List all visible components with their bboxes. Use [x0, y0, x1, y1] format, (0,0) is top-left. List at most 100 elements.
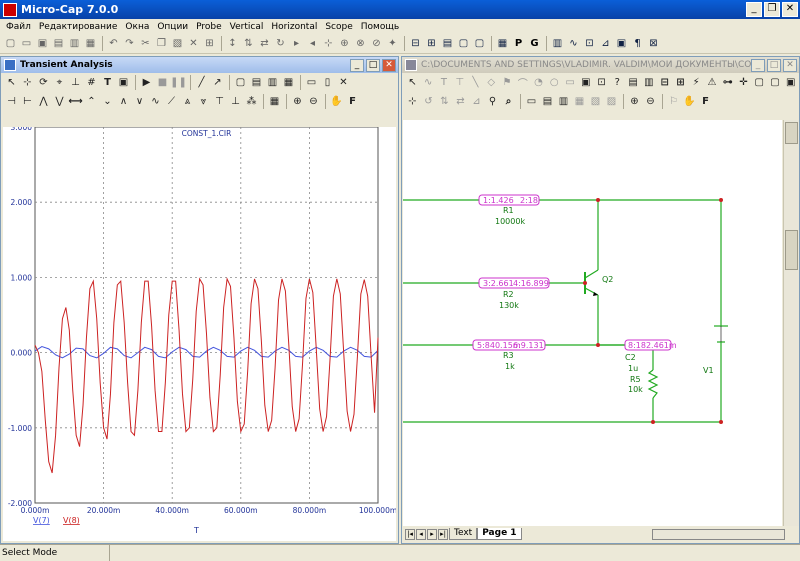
transient-close-button[interactable]: ✕	[382, 58, 396, 72]
valley-icon[interactable]: ⋁	[52, 94, 67, 109]
text-icon[interactable]: ✦	[385, 36, 400, 51]
low-icon[interactable]: ∨	[132, 94, 147, 109]
schematic-minimize-button[interactable]: _	[751, 58, 765, 72]
text-tool-2-icon[interactable]: T	[437, 75, 452, 90]
redraw-icon[interactable]: ⟳	[36, 75, 51, 90]
display-icon[interactable]: ▭	[524, 94, 539, 109]
wire-tool-icon[interactable]: ∿	[421, 75, 436, 90]
rotate-2-icon[interactable]: ↺	[421, 94, 436, 109]
flip-2-icon[interactable]: ⇅	[437, 94, 452, 109]
run-icon[interactable]: ▶	[139, 75, 154, 90]
paste-icon[interactable]: ▧	[170, 36, 185, 51]
cut-icon[interactable]: ✂	[138, 36, 153, 51]
display-6-icon[interactable]: ▨	[604, 94, 619, 109]
cursor-left-icon[interactable]: ⊣	[4, 94, 19, 109]
print-preview-icon[interactable]: ▦	[83, 36, 98, 51]
line-tool-icon[interactable]: ╱	[194, 75, 209, 90]
transient-plot-area[interactable]: 0.000m 20.000m 40.000m 60.000m 80.000m 100.00…	[3, 123, 397, 541]
bus-tool-icon[interactable]: ⊤	[452, 75, 467, 90]
grid-toggle-icon[interactable]: ⊕	[337, 36, 352, 51]
crosshair-icon[interactable]: ✛	[736, 75, 751, 90]
info-icon[interactable]: ¶	[630, 36, 645, 51]
redo-icon[interactable]: ↷	[122, 36, 137, 51]
hand-2-icon[interactable]: ✋	[682, 94, 697, 109]
global-high-icon[interactable]: ⩓	[180, 94, 195, 109]
data-points-icon[interactable]: ⁂	[244, 94, 259, 109]
properties-2-icon[interactable]: ▣	[116, 75, 131, 90]
next-valley-icon[interactable]: ⌄	[100, 94, 115, 109]
tab-text[interactable]: Text	[449, 528, 478, 540]
display-2-icon[interactable]: ▤	[540, 94, 555, 109]
zoom-out-2-icon[interactable]: ⊖	[643, 94, 658, 109]
scale-icon[interactable]: ⊹	[20, 75, 35, 90]
display-3-icon[interactable]: ▥	[556, 94, 571, 109]
menu-edit[interactable]: Редактирование	[35, 22, 122, 32]
schematic-vertical-scrollbar[interactable]	[783, 120, 799, 526]
cursor-mode-icon[interactable]: ⌖	[52, 75, 67, 90]
menu-file[interactable]: Файл	[2, 22, 35, 32]
font-2-button[interactable]: F	[698, 94, 713, 109]
global-low-icon[interactable]: ⩔	[196, 94, 211, 109]
transient-chart[interactable]: 0.000m 20.000m 40.000m 60.000m 80.000m 100.00…	[3, 123, 397, 541]
display-5-icon[interactable]: ▧	[588, 94, 603, 109]
cursor-right-icon[interactable]: ⊢	[20, 94, 35, 109]
arc-icon[interactable]: ⌒	[515, 75, 530, 90]
pause-icon[interactable]: ❚❚	[170, 75, 187, 90]
box-3-icon[interactable]: ▣	[783, 75, 798, 90]
rectangle-icon[interactable]: ▭	[563, 75, 578, 90]
tab-first-button[interactable]: |◂	[405, 528, 415, 540]
step-back-icon[interactable]: ◂	[305, 36, 320, 51]
zoom-window-icon[interactable]: ⊠	[646, 36, 661, 51]
pin-icon[interactable]: ⊗	[353, 36, 368, 51]
tab-prev-button[interactable]: ◂	[416, 528, 426, 540]
info-2-icon[interactable]: ⊡	[594, 75, 609, 90]
cursor-both-icon[interactable]: ⟷	[68, 94, 83, 109]
tile-horizontal-icon[interactable]: ⊟	[408, 36, 423, 51]
peak-icon[interactable]: ⋀	[36, 94, 51, 109]
hand-icon[interactable]: ✋	[329, 94, 344, 109]
marker-icon[interactable]: ⊘	[369, 36, 384, 51]
schematic-maximize-button[interactable]: □	[767, 58, 781, 72]
attribute-icon[interactable]: ▤	[626, 75, 641, 90]
legend-V(8)[interactable]: V(8)	[63, 516, 80, 525]
inflection-icon[interactable]: ∿	[148, 94, 163, 109]
pie-icon[interactable]: ◔	[531, 75, 546, 90]
copy-icon[interactable]: ❐	[154, 36, 169, 51]
close-button[interactable]: ✕	[782, 2, 798, 17]
window-2-icon[interactable]: ▢	[472, 36, 487, 51]
find-icon[interactable]: ⚲	[485, 94, 500, 109]
high-icon[interactable]: ∧	[116, 94, 131, 109]
align-icon[interactable]: ↕	[225, 36, 240, 51]
properties-icon[interactable]: ▣	[614, 36, 629, 51]
transient-minimize-button[interactable]: _	[350, 58, 364, 72]
mirror-2-icon[interactable]: ⇄	[453, 94, 468, 109]
menu-windows[interactable]: Окна	[121, 22, 153, 32]
box-icon[interactable]: ▢	[752, 75, 767, 90]
plot-layout-5-icon[interactable]: ▭	[304, 75, 319, 90]
minimize-button[interactable]: _	[746, 2, 762, 17]
toolbar-g-button[interactable]: G	[527, 36, 542, 51]
transient-maximize-button[interactable]: □	[366, 58, 380, 72]
help-icon[interactable]: ?	[610, 75, 625, 90]
select-all-icon[interactable]: ⊞	[202, 36, 217, 51]
shape-icon[interactable]: ◇	[484, 75, 499, 90]
save-icon[interactable]: ▣	[35, 36, 50, 51]
top-icon[interactable]: ⊤	[212, 94, 227, 109]
text-tool-icon[interactable]: T	[100, 75, 115, 90]
analysis-icon[interactable]: ⊿	[598, 36, 613, 51]
grid-text-icon[interactable]: ▥	[641, 75, 656, 90]
next-peak-icon[interactable]: ⌃	[84, 94, 99, 109]
grid-icon[interactable]: #	[84, 75, 99, 90]
plot-layout-6-icon[interactable]: ▯	[320, 75, 335, 90]
menu-help[interactable]: Помощь	[357, 22, 403, 32]
toolbar-p-button[interactable]: P	[511, 36, 526, 51]
node-icon[interactable]: ⊹	[321, 36, 336, 51]
menu-probe[interactable]: Probe	[192, 22, 226, 32]
schematic-close-button[interactable]: ✕	[783, 58, 797, 72]
menu-horizontal[interactable]: Horizontal	[267, 22, 321, 32]
cross-icon[interactable]: ✕	[336, 75, 351, 90]
delete-icon[interactable]: ✕	[186, 36, 201, 51]
power-icon[interactable]: ⚠	[705, 75, 720, 90]
binoculars-icon[interactable]: ⌕	[501, 94, 516, 109]
box-2-icon[interactable]: ▢	[768, 75, 783, 90]
